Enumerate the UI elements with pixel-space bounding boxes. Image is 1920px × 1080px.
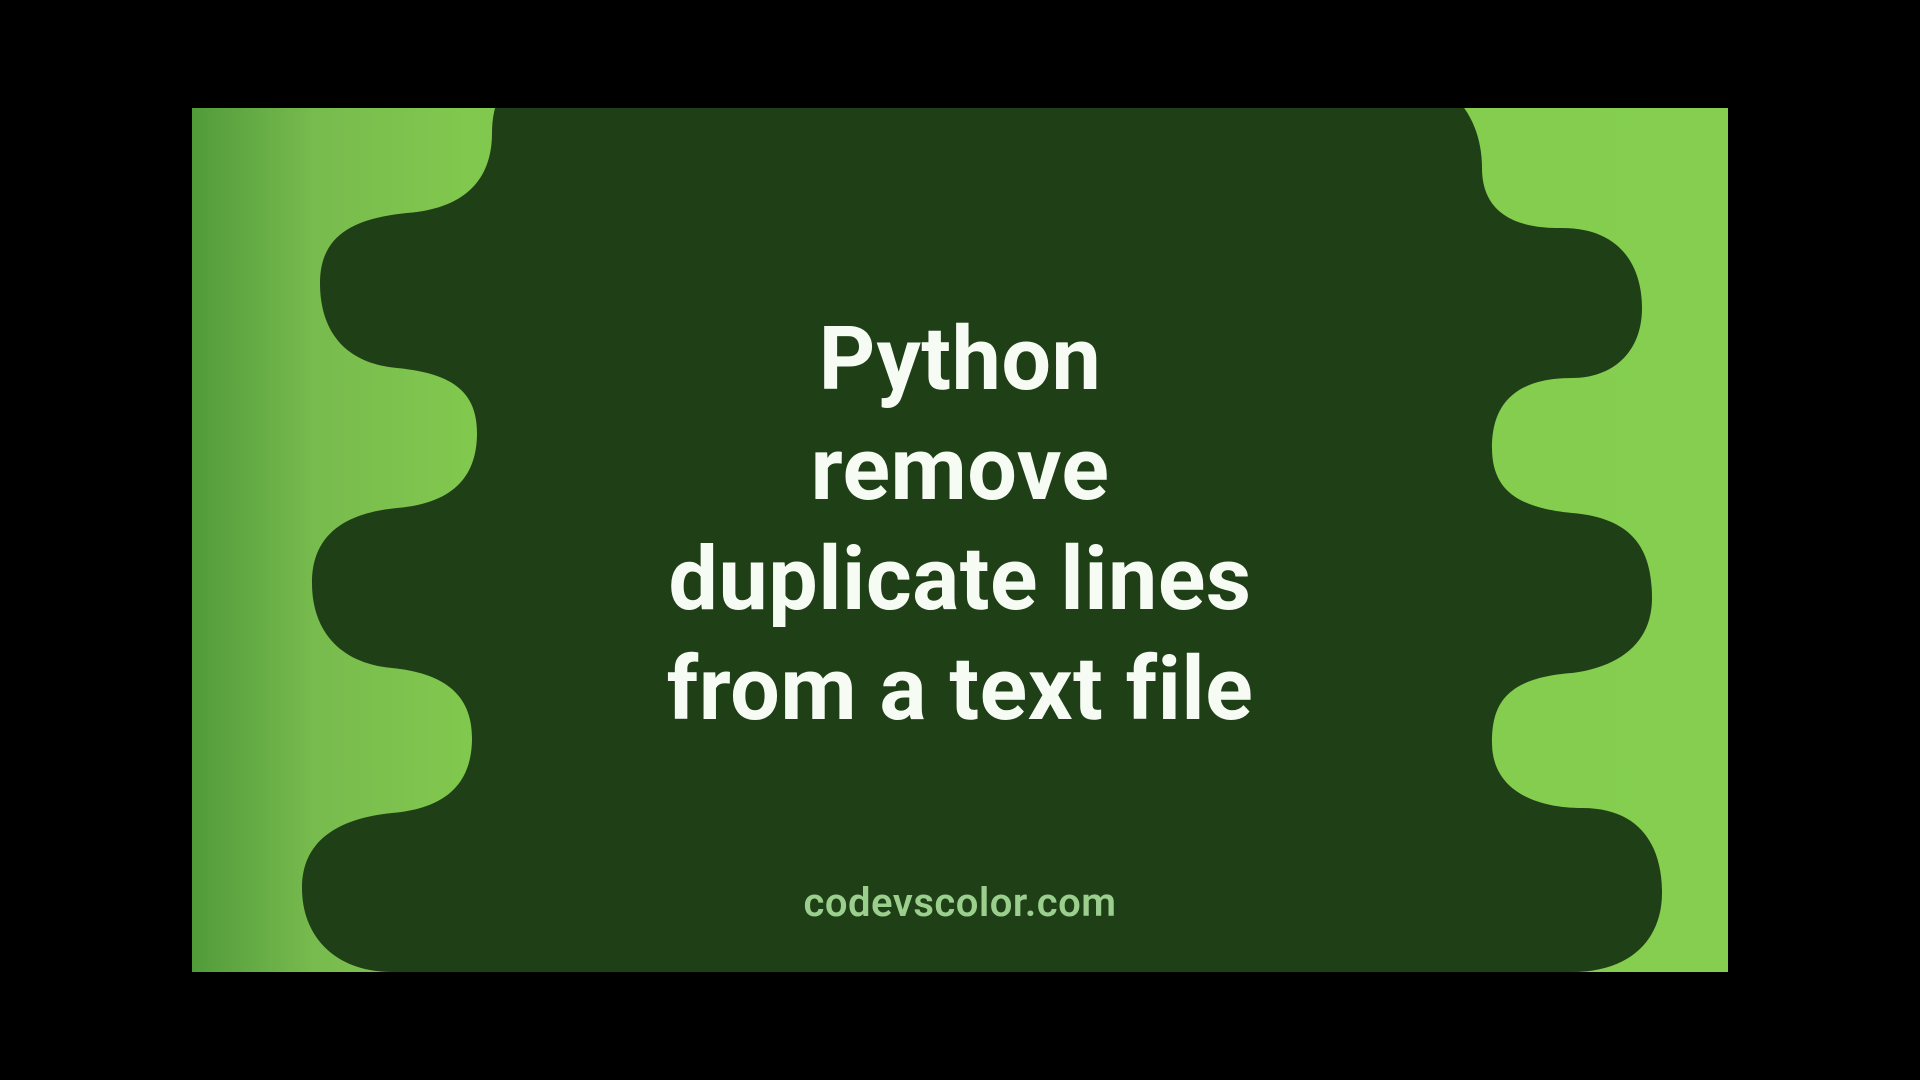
brand-watermark: codevscolor.com [803,879,1116,926]
banner-card: Python remove duplicate lines from a tex… [192,108,1728,972]
banner-title: Python remove duplicate lines from a tex… [667,305,1253,745]
content-area: Python remove duplicate lines from a tex… [192,108,1728,972]
